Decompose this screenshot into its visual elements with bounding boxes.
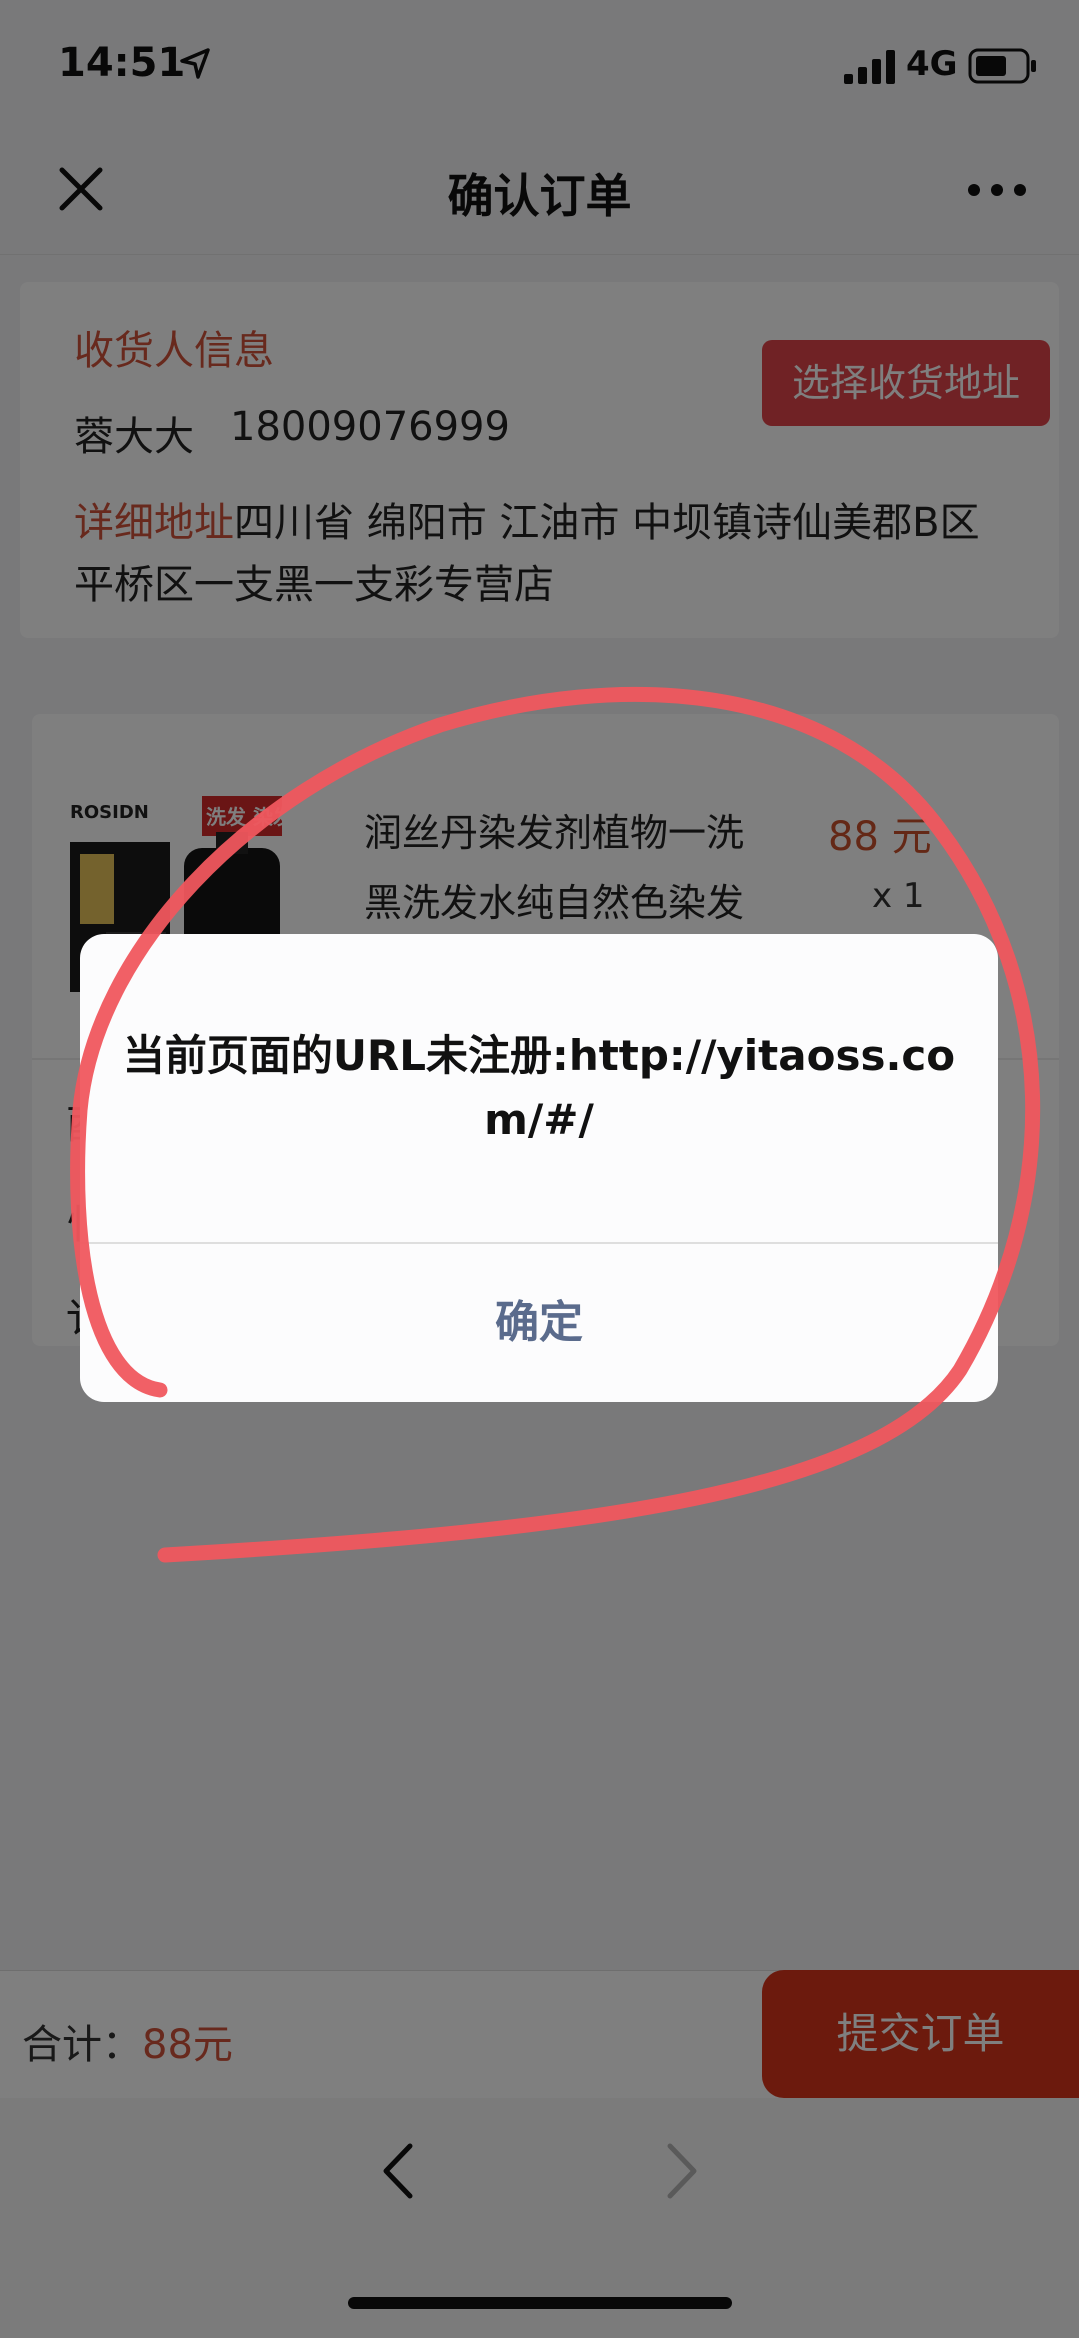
- alert-message: 当前页面的URL未注册:http://yitaoss.com/#/: [122, 1031, 956, 1144]
- alert-confirm-button[interactable]: 确定: [80, 1244, 998, 1402]
